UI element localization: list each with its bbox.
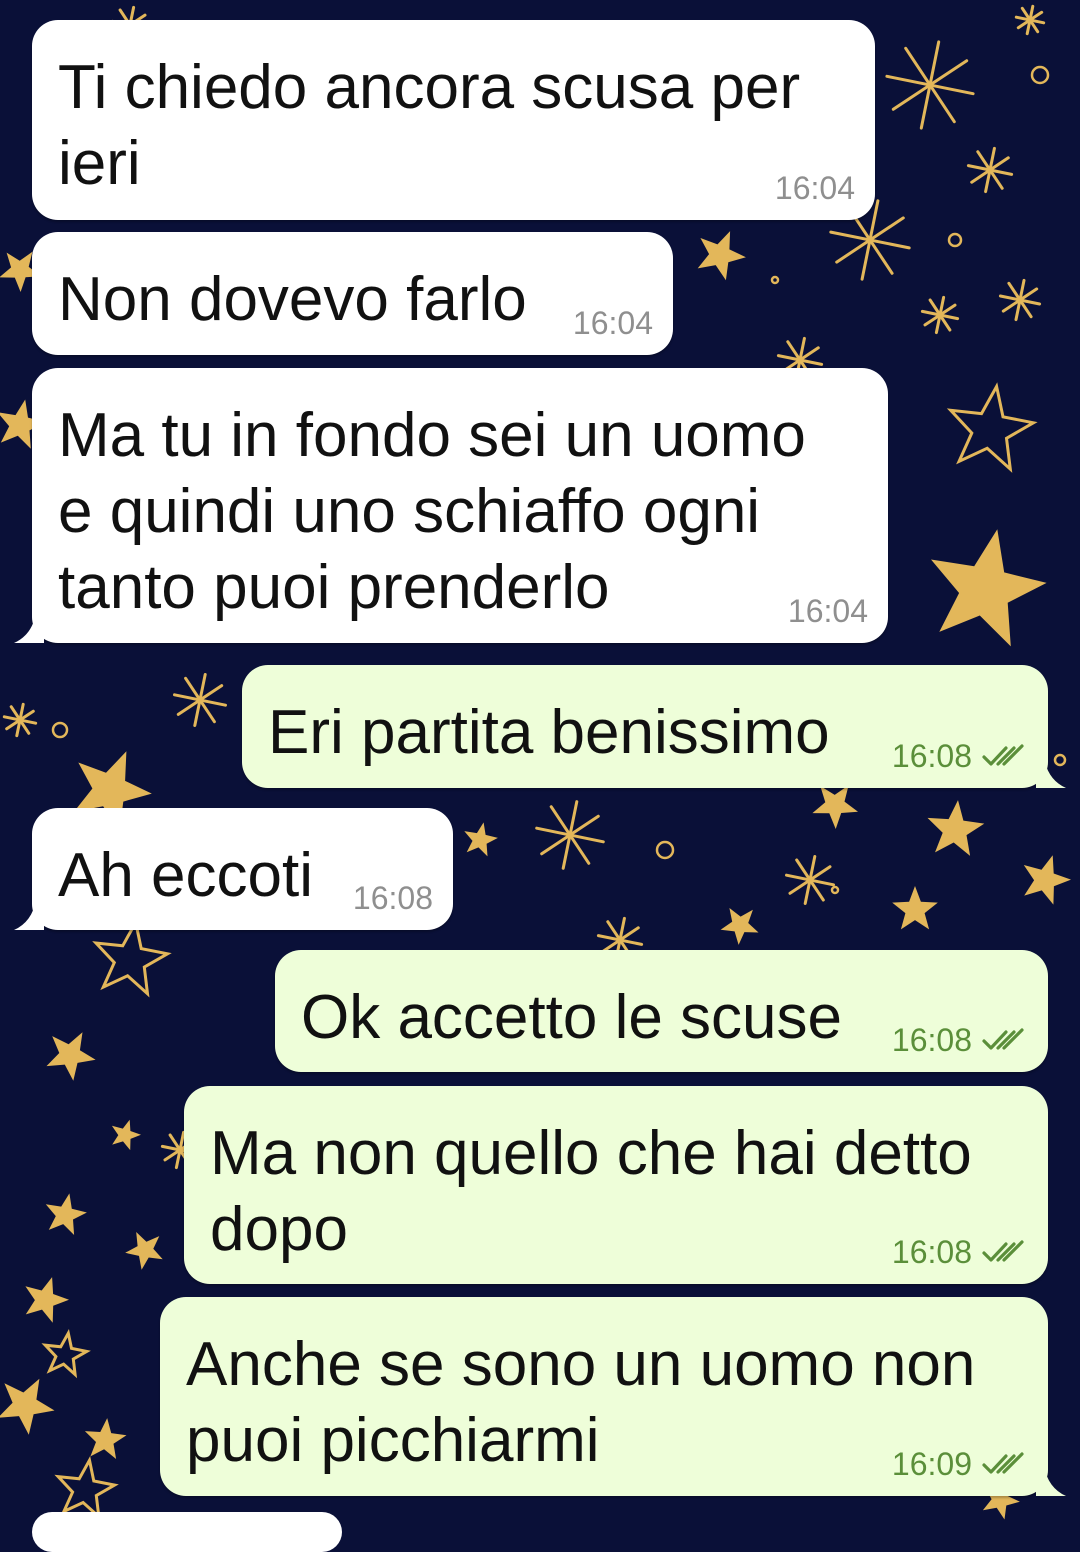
- message-text: Ti chiedo ancora scusa per ieri: [58, 53, 801, 198]
- message-meta: 16:08: [892, 738, 1028, 774]
- bubble-tail: [1036, 758, 1066, 788]
- message-bubble-outgoing[interactable]: Ok accetto le scuse 16:08: [275, 950, 1048, 1072]
- message-meta: 16:09: [892, 1446, 1028, 1482]
- message-bubble-outgoing[interactable]: Eri partita benissimo 16:08: [242, 665, 1048, 788]
- message-time: 16:04: [774, 170, 855, 206]
- message-meta: 16:04: [775, 170, 855, 206]
- message-meta: 16:08: [892, 1022, 1028, 1058]
- message-text: Ma tu in fondo sei un uomo e quindi uno …: [58, 401, 806, 622]
- message-bubble-incoming[interactable]: Ma tu in fondo sei un uomo e quindi uno …: [32, 368, 888, 643]
- read-double-check-icon: [982, 1028, 1028, 1052]
- read-double-check-icon: [982, 1240, 1028, 1264]
- message-time: 16:04: [572, 305, 653, 341]
- message-meta: 16:08: [892, 1234, 1028, 1270]
- message-bubble-incoming[interactable]: Ti chiedo ancora scusa per ieri 16:04: [32, 20, 875, 220]
- message-bubble-outgoing[interactable]: Ma non quello che hai detto dopo 16:08: [184, 1086, 1048, 1284]
- message-time: 16:08: [891, 1234, 972, 1270]
- bubble-tail: [14, 900, 44, 930]
- message-time: 16:08: [352, 880, 433, 916]
- message-time: 16:04: [787, 593, 868, 629]
- message-time: 16:08: [891, 1022, 972, 1058]
- message-time: 16:09: [891, 1446, 972, 1482]
- message-text: Non dovevo farlo: [58, 265, 527, 334]
- read-double-check-icon: [982, 1452, 1028, 1476]
- bubble-tail: [14, 613, 44, 643]
- message-bubble-incoming[interactable]: Non dovevo farlo 16:04: [32, 232, 673, 355]
- message-time: 16:08: [891, 738, 972, 774]
- message-bubble-outgoing[interactable]: Anche se sono un uomo non puoi picchiarm…: [160, 1297, 1048, 1496]
- message-meta: 16:04: [788, 593, 868, 629]
- message-bubble-incoming[interactable]: Ah eccoti 16:08: [32, 808, 453, 930]
- partial-message-bubble: [32, 1512, 342, 1552]
- read-double-check-icon: [982, 744, 1028, 768]
- bubble-tail: [1036, 1466, 1066, 1496]
- message-meta: 16:04: [573, 305, 653, 341]
- message-meta: 16:08: [353, 880, 433, 916]
